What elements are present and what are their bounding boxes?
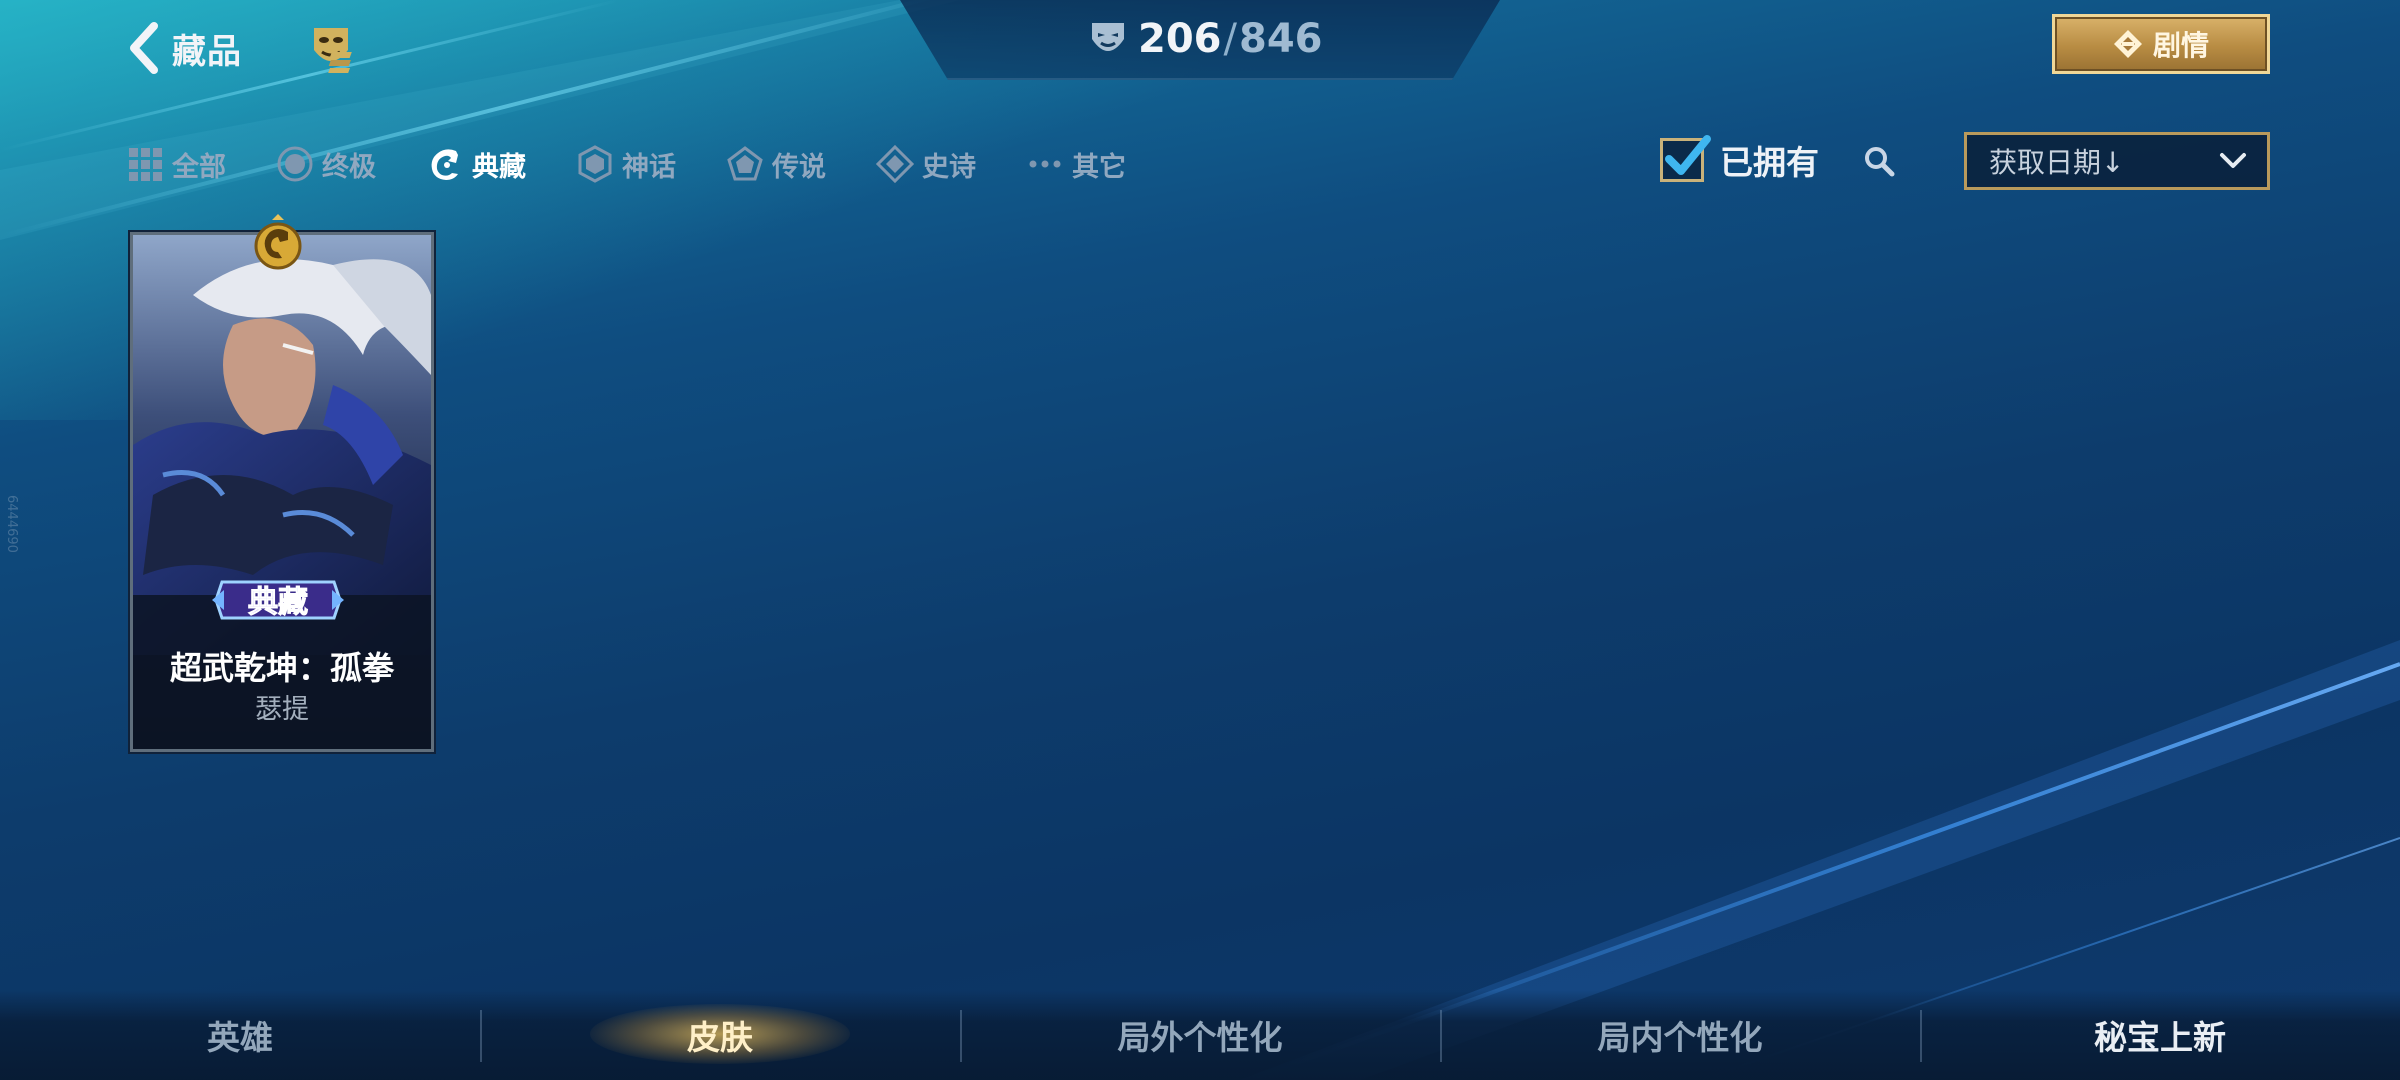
filter-tab-other[interactable]: 其它 xyxy=(1026,140,1126,188)
nav-tab-label: 英雄 xyxy=(207,1018,273,1057)
search-icon[interactable] xyxy=(1862,144,1896,178)
nav-divider xyxy=(960,1010,962,1062)
filter-label: 传说 xyxy=(772,151,826,183)
watermark-id: 6444690 xyxy=(4,495,19,553)
story-label: 剧情 xyxy=(2152,29,2209,62)
page-title: 藏品 xyxy=(172,31,242,72)
circle-gem-icon xyxy=(277,146,313,182)
nav-tab-outgame-personalization[interactable]: 局外个性化 xyxy=(960,990,1440,1080)
filter-label: 史诗 xyxy=(922,151,976,183)
tier-filter-row: 全部 终极 典藏 神话 传说 史诗 其它 xyxy=(126,140,1176,188)
sort-value: 获取日期↓ xyxy=(1989,146,2125,179)
filter-label: 其它 xyxy=(1072,151,1126,183)
nav-tab-heroes[interactable]: 英雄 xyxy=(0,990,480,1080)
owned-filter-toggle[interactable]: 已拥有 xyxy=(1660,134,1819,186)
nav-tab-label: 局内个性化 xyxy=(1597,1018,1763,1057)
owned-label: 已拥有 xyxy=(1720,143,1819,182)
dragon-crest-icon xyxy=(254,214,302,270)
nav-tab-new-treasures[interactable]: 秘宝上新 xyxy=(1920,990,2400,1080)
skin-name: 超武乾坤：孤拳 xyxy=(169,649,394,687)
owned-count: 206 xyxy=(1138,16,1222,62)
pentagon-icon xyxy=(727,146,763,181)
filter-label: 典藏 xyxy=(472,151,526,183)
dots-icon xyxy=(1029,160,1061,168)
filter-tab-legacy[interactable]: 典藏 xyxy=(426,140,526,188)
filter-label: 全部 xyxy=(172,151,226,183)
story-diamond-icon xyxy=(2113,30,2142,58)
top-bar: 藏品 206 / 846 剧情 xyxy=(0,0,2400,110)
chevron-down-icon xyxy=(2220,153,2246,168)
filter-label: 终极 xyxy=(322,151,376,183)
grid-icon xyxy=(129,148,162,181)
sort-dropdown[interactable]: 获取日期↓ xyxy=(1964,132,2270,190)
total-count: 846 xyxy=(1238,16,1323,62)
tier-badge-text: 典藏 xyxy=(248,585,308,620)
dragon-icon xyxy=(431,149,458,180)
mask-stack-icon[interactable] xyxy=(308,24,368,74)
filter-tab-legendary[interactable]: 传说 xyxy=(726,140,826,188)
back-button[interactable]: 藏品 xyxy=(128,18,242,78)
bottom-nav: 英雄 皮肤 局外个性化 局内个性化 秘宝上新 xyxy=(0,990,2400,1080)
nav-tab-label: 皮肤 xyxy=(687,1018,753,1057)
collection-count-panel: 206 / 846 xyxy=(900,0,1500,80)
nav-tab-skins[interactable]: 皮肤 xyxy=(480,990,960,1080)
filter-tab-epic[interactable]: 史诗 xyxy=(876,140,976,188)
nav-tab-label: 局外个性化 xyxy=(1117,1018,1283,1057)
legacy-tier-badge: 典藏 xyxy=(212,580,344,621)
story-button[interactable]: 剧情 xyxy=(2052,14,2270,74)
hero-name: 瑟提 xyxy=(255,694,309,725)
nav-tab-ingame-personalization[interactable]: 局内个性化 xyxy=(1440,990,1920,1080)
filter-label: 神话 xyxy=(622,151,676,183)
owned-checkbox[interactable] xyxy=(1660,135,1711,182)
mask-icon xyxy=(1092,23,1124,51)
count-separator: / xyxy=(1223,16,1237,62)
nav-divider xyxy=(1920,1010,1922,1062)
chevron-left-icon xyxy=(130,22,158,74)
skin-card[interactable]: 超武乾坤：孤拳 瑟提 xyxy=(130,232,434,752)
hexagon-icon xyxy=(578,145,612,183)
filter-tab-all[interactable]: 全部 xyxy=(126,140,226,188)
nav-divider xyxy=(1440,1010,1442,1062)
filter-tab-ultimate[interactable]: 终极 xyxy=(276,140,376,188)
nav-tab-label: 秘宝上新 xyxy=(2094,1018,2226,1057)
filter-tab-mythic[interactable]: 神话 xyxy=(576,140,676,188)
diamond-icon xyxy=(876,145,914,183)
nav-divider xyxy=(480,1010,482,1062)
checkmark-icon xyxy=(1665,135,1711,175)
